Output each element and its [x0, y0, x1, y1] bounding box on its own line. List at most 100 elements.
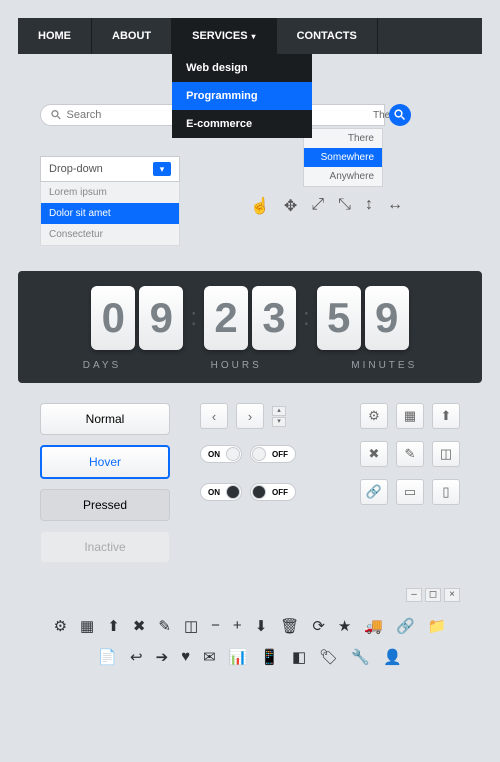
star-icon: ★ [338, 617, 351, 635]
normal-button[interactable]: Normal [40, 403, 170, 435]
next-button[interactable]: › [236, 403, 264, 429]
close-icon: ✖ [133, 617, 146, 635]
icon-palette: ⚙ ▦ ⬆ ✖ ✎ ◫ − + ⬇ 🗑 ⟳ ★ 🚚 🔗 📁 📄 ↩ ➔ ♥ ✉ … [0, 602, 500, 681]
dropdown-head[interactable]: Drop-down ▾ [40, 156, 180, 182]
separator: : [303, 304, 310, 332]
digit: 9 [139, 286, 183, 350]
prev-button[interactable]: ‹ [200, 403, 228, 429]
pressed-button[interactable]: Pressed [40, 489, 170, 521]
digit: 5 [317, 286, 361, 350]
nav-services[interactable]: SERVICES▾ Web design Programming E-comme… [172, 18, 276, 54]
link-icon[interactable]: 🔗 [360, 479, 388, 505]
label-minutes: MINUTES [351, 360, 417, 371]
gear-icon: ⚙ [54, 617, 67, 635]
upload-icon[interactable]: ⬆ [432, 403, 460, 429]
dropdown: Drop-down ▾ Lorem ipsum Dolor sit amet C… [40, 156, 180, 246]
toggle-knob [252, 485, 266, 499]
submenu-web-design[interactable]: Web design [172, 54, 312, 82]
inactive-button: Inactive [40, 531, 170, 563]
label-days: DAYS [83, 360, 122, 371]
label-hours: HOURS [211, 360, 262, 371]
edit-icon: ✎ [158, 617, 171, 635]
plus-icon: + [233, 617, 242, 635]
file-icon[interactable]: ▯ [432, 479, 460, 505]
close-icon[interactable]: × [444, 588, 460, 602]
toggle-knob [226, 485, 240, 499]
bookmark-icon: ◧ [292, 648, 306, 666]
toggle-off[interactable]: OFF [250, 445, 296, 463]
folder-icon: 📁 [428, 617, 447, 635]
move-icon: ✥ [284, 196, 297, 216]
download-icon: ⬇ [255, 617, 268, 635]
button-states: Normal Hover Pressed Inactive [40, 403, 170, 563]
reply-icon: ↩ [130, 648, 143, 666]
stepper[interactable]: ▴ ▾ [272, 406, 286, 427]
dropdown-label: Drop-down [49, 163, 103, 175]
cube-icon[interactable]: ◫ [432, 441, 460, 467]
chevron-down-icon: ▾ [153, 162, 171, 176]
search-icon [394, 109, 406, 121]
option-anywhere[interactable]: Anywhere [304, 167, 382, 186]
user-icon: 👤 [383, 648, 402, 666]
close-icon[interactable]: ✖ [360, 441, 388, 467]
toggle-on-dark[interactable]: ON [200, 483, 242, 501]
digit: 2 [204, 286, 248, 350]
wrench-icon: 🔧 [351, 648, 370, 666]
nav-services-label: SERVICES [192, 30, 247, 42]
trash-icon: 🗑 [280, 617, 299, 635]
cube-icon: ◫ [184, 617, 198, 635]
search-icon [51, 109, 62, 121]
search-input[interactable] [67, 109, 179, 121]
dropdown-list: Lorem ipsum Dolor sit amet Consectetur [40, 182, 180, 246]
nav-contacts[interactable]: CONTACTS [277, 18, 378, 54]
edit-icon[interactable]: ✎ [396, 441, 424, 467]
hover-button[interactable]: Hover [40, 445, 170, 479]
main-nav: HOME ABOUT SERVICES▾ Web design Programm… [18, 18, 482, 54]
step-up[interactable]: ▴ [272, 406, 286, 416]
dropdown-item[interactable]: Consectetur [41, 224, 179, 245]
forward-icon: ➔ [156, 648, 169, 666]
nav-home[interactable]: HOME [18, 18, 92, 54]
chart-icon: 📊 [229, 648, 248, 666]
dropdown-item[interactable]: Dolor sit amet [41, 203, 179, 224]
upload-icon: ⬆ [107, 617, 120, 635]
file-icon: 📄 [98, 648, 117, 666]
digit: 0 [91, 286, 135, 350]
phone-icon: 📱 [260, 648, 279, 666]
link-icon: 🔗 [396, 617, 415, 635]
search-combo-options: There Somewhere Anywhere [303, 128, 383, 187]
gear-icon[interactable]: ⚙ [360, 403, 388, 429]
step-down[interactable]: ▾ [272, 417, 286, 427]
option-somewhere[interactable]: Somewhere [304, 148, 382, 167]
option-there[interactable]: There [304, 129, 382, 148]
mail-icon: ✉ [203, 648, 216, 666]
minimize-icon[interactable]: – [406, 588, 422, 602]
toggle-knob [252, 447, 266, 461]
grid-icon[interactable]: ▦ [396, 403, 424, 429]
resize-ns-icon: ↕ [365, 196, 373, 216]
chevron-down-icon: ▾ [252, 32, 256, 41]
resize-nwse-icon: ⤢ [311, 196, 324, 216]
folder-icon[interactable]: ▭ [396, 479, 424, 505]
services-submenu: Web design Programming E-commerce [172, 54, 312, 138]
search-basic[interactable] [40, 104, 190, 126]
separator: : [190, 304, 197, 332]
submenu-programming[interactable]: Programming [172, 82, 312, 110]
pointer-icon: ☝ [250, 196, 270, 216]
refresh-icon: ⟳ [312, 617, 325, 635]
window-controls: – ◻ × [0, 588, 460, 602]
maximize-icon[interactable]: ◻ [425, 588, 441, 602]
toggle-off-dark[interactable]: OFF [250, 483, 296, 501]
search-button[interactable] [389, 104, 411, 126]
grid-icon: ▦ [80, 617, 94, 635]
resize-nesw-icon: ⤡ [338, 196, 351, 216]
truck-icon: 🚚 [364, 617, 383, 635]
nav-about[interactable]: ABOUT [92, 18, 172, 54]
dropdown-item[interactable]: Lorem ipsum [41, 182, 179, 203]
toggle-on[interactable]: ON [200, 445, 242, 463]
tag-icon: 🏷 [319, 648, 338, 666]
submenu-ecommerce[interactable]: E-commerce [172, 110, 312, 138]
countdown: 0 9 : 2 3 : 5 9 DAYS HOURS MINUTES [18, 271, 482, 383]
heart-icon: ♥ [181, 648, 190, 666]
minus-icon: − [211, 617, 220, 635]
